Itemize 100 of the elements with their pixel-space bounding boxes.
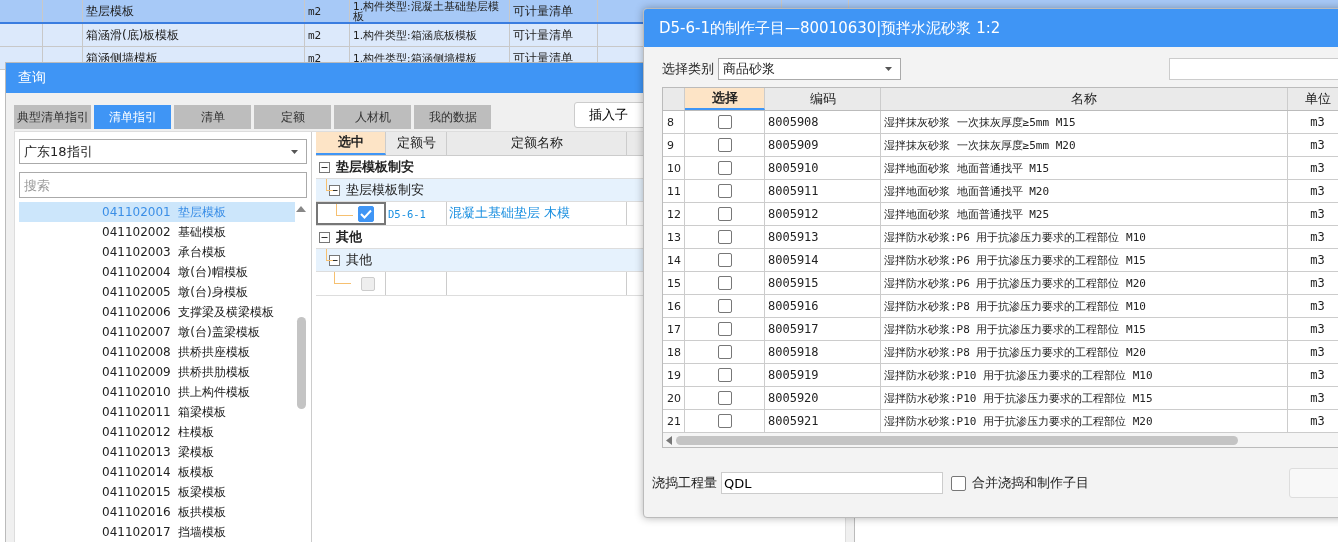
list-item[interactable]: 041102003 承台模板: [19, 242, 295, 262]
scroll-up-icon[interactable]: [296, 206, 306, 212]
list-item[interactable]: 041102006 支撑梁及横梁模板: [19, 302, 295, 322]
checkbox[interactable]: [717, 138, 732, 152]
table-cell: 湿拌抹灰砂浆 一次抹灰厚度≥5mm M15: [884, 114, 1076, 130]
table-cell: 垫层模板: [86, 2, 134, 20]
column-header[interactable]: 选中: [316, 132, 386, 155]
list-item[interactable]: 041102005 墩(台)身模板: [19, 282, 295, 302]
row-number: 11: [667, 184, 681, 198]
list-item[interactable]: 041102012 柱模板: [19, 422, 295, 442]
list-item[interactable]: 041102004 墩(台)帽模板: [19, 262, 295, 282]
table-cell: m3: [1310, 161, 1325, 175]
table-cell: m3: [1310, 115, 1325, 129]
row-number: 16: [667, 299, 681, 313]
checkbox[interactable]: [717, 322, 732, 336]
checkbox[interactable]: [717, 368, 732, 382]
row-number: 17: [667, 322, 681, 336]
checkbox[interactable]: [358, 205, 374, 222]
checkbox[interactable]: [951, 475, 966, 491]
table-cell: 8005914: [768, 253, 819, 267]
scrollbar-thumb[interactable]: [296, 317, 306, 409]
table-cell: m2: [308, 28, 322, 42]
tab[interactable]: 清单: [174, 105, 251, 129]
table-cell: 8005920: [768, 391, 819, 405]
table-cell: 湿拌抹灰砂浆 一次抹灰厚度≥5mm M20: [884, 137, 1076, 153]
filter-field[interactable]: [1169, 58, 1338, 80]
row-number: 13: [667, 230, 681, 244]
table-cell: m3: [1310, 345, 1325, 359]
list-item[interactable]: 041102016 板拱模板: [19, 502, 295, 522]
caret-icon: [885, 67, 892, 71]
table-cell: 8005913: [768, 230, 819, 244]
quantity-field[interactable]: QDL: [721, 472, 943, 494]
checkbox[interactable]: [717, 207, 732, 221]
row-number: 21: [667, 414, 681, 428]
table-cell: m3: [1310, 299, 1325, 313]
table-cell: 湿拌防水砂浆:P6 用于抗渗压力要求的工程部位 M20: [884, 275, 1146, 291]
quantity-label: 浇捣工程量: [652, 474, 717, 492]
collapse-icon[interactable]: [316, 231, 333, 243]
table-cell: m3: [1310, 253, 1325, 267]
table-cell: 湿拌防水砂浆:P6 用于抗渗压力要求的工程部位 M15: [884, 252, 1146, 268]
checkbox[interactable]: [717, 184, 732, 198]
column-header[interactable]: 名称: [881, 88, 1288, 110]
checkbox[interactable]: [717, 115, 732, 129]
guide-dropdown[interactable]: 广东18指引: [19, 139, 307, 164]
list-item[interactable]: 041102013 梁模板: [19, 442, 295, 462]
list-item[interactable]: 041102011 箱梁模板: [19, 402, 295, 422]
search-field[interactable]: 搜索: [19, 172, 307, 198]
checkbox[interactable]: [717, 161, 732, 175]
row-number: 19: [667, 368, 681, 382]
column-header[interactable]: 选择: [685, 88, 765, 110]
checkbox[interactable]: [717, 414, 732, 428]
list-item[interactable]: 041102014 板模板: [19, 462, 295, 482]
checkbox[interactable]: [717, 253, 732, 267]
list-item[interactable]: 041102007 墩(台)盖梁模板: [19, 322, 295, 342]
list-item[interactable]: 041102017 挡墙模板: [19, 522, 295, 542]
tab[interactable]: 人材机: [334, 105, 411, 129]
list-item[interactable]: 041102015 板梁模板: [19, 482, 295, 502]
checkbox[interactable]: [717, 230, 732, 244]
collapse-icon[interactable]: [316, 161, 333, 173]
column-header[interactable]: 定额名称: [447, 132, 627, 155]
row-number: 20: [667, 391, 681, 405]
tab[interactable]: 我的数据: [414, 105, 491, 129]
checkbox[interactable]: [717, 299, 732, 313]
checkbox[interactable]: [717, 276, 732, 290]
group-label: 垫层模板制安: [346, 181, 424, 199]
table-cell: 湿拌防水砂浆:P10 用于抗渗压力要求的工程部位 M20: [884, 413, 1153, 429]
list-item[interactable]: 041102002 基础模板: [19, 222, 295, 242]
checkbox-label: 合并浇捣和制作子目: [972, 474, 1089, 492]
table-cell: m3: [1310, 391, 1325, 405]
list-item[interactable]: 041102009 拱桥拱肋模板: [19, 362, 295, 382]
category-label: 选择类别: [662, 60, 714, 78]
table-cell: 8005915: [768, 276, 819, 290]
scroll-left-icon[interactable]: [666, 435, 672, 445]
checkbox[interactable]: [717, 345, 732, 359]
column-header[interactable]: 定额号: [386, 132, 447, 155]
category-dropdown[interactable]: 商品砂浆: [718, 58, 901, 80]
table-cell: 8005916: [768, 299, 819, 313]
tab[interactable]: 典型清单指引: [14, 105, 91, 129]
tab[interactable]: 定额: [254, 105, 331, 129]
table-cell: m3: [1310, 230, 1325, 244]
scrollbar-thumb[interactable]: [676, 435, 1238, 445]
scrollbar[interactable]: [663, 433, 1338, 447]
list-item[interactable]: 041102010 拱上构件模板: [19, 382, 295, 402]
list-item[interactable]: 041102008 拱桥拱座模板: [19, 342, 295, 362]
group-label: 其他: [336, 228, 362, 246]
table-cell: 8005921: [768, 414, 819, 428]
column-header[interactable]: 编码: [765, 88, 881, 110]
checkbox[interactable]: [717, 391, 732, 405]
table-cell: 8005911: [768, 184, 819, 198]
table-cell: m3: [1310, 207, 1325, 221]
table-cell: 8005917: [768, 322, 819, 336]
table-cell: m3: [1310, 322, 1325, 336]
quota-code[interactable]: D5-6-1: [388, 207, 426, 220]
group-label: 其他: [346, 251, 372, 269]
column-header[interactable]: 单位: [1288, 88, 1338, 110]
quota-name[interactable]: 混凝土基础垫层 木模: [449, 205, 570, 222]
table-cell: 可计量清单: [513, 2, 573, 20]
table-cell: 8005909: [768, 138, 819, 152]
window-title: D5-6-1的制作子目—80010630|预拌水泥砂浆 1:2: [644, 9, 1338, 47]
table-cell: m2: [308, 4, 322, 18]
